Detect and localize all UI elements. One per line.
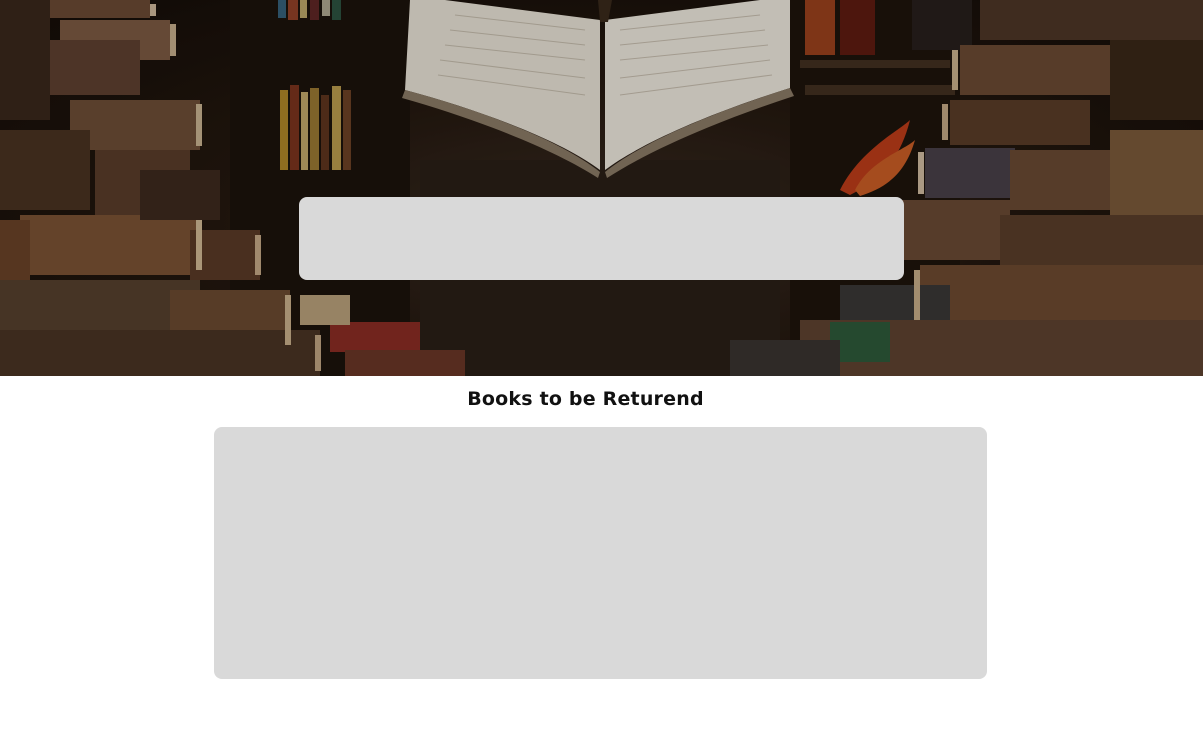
returns-list-panel: [214, 427, 987, 679]
search-input[interactable]: [299, 197, 904, 280]
library-books-illustration: [0, 0, 1203, 376]
returns-section-title: Books to be Returend: [467, 388, 704, 410]
hero-banner: [0, 0, 1203, 376]
